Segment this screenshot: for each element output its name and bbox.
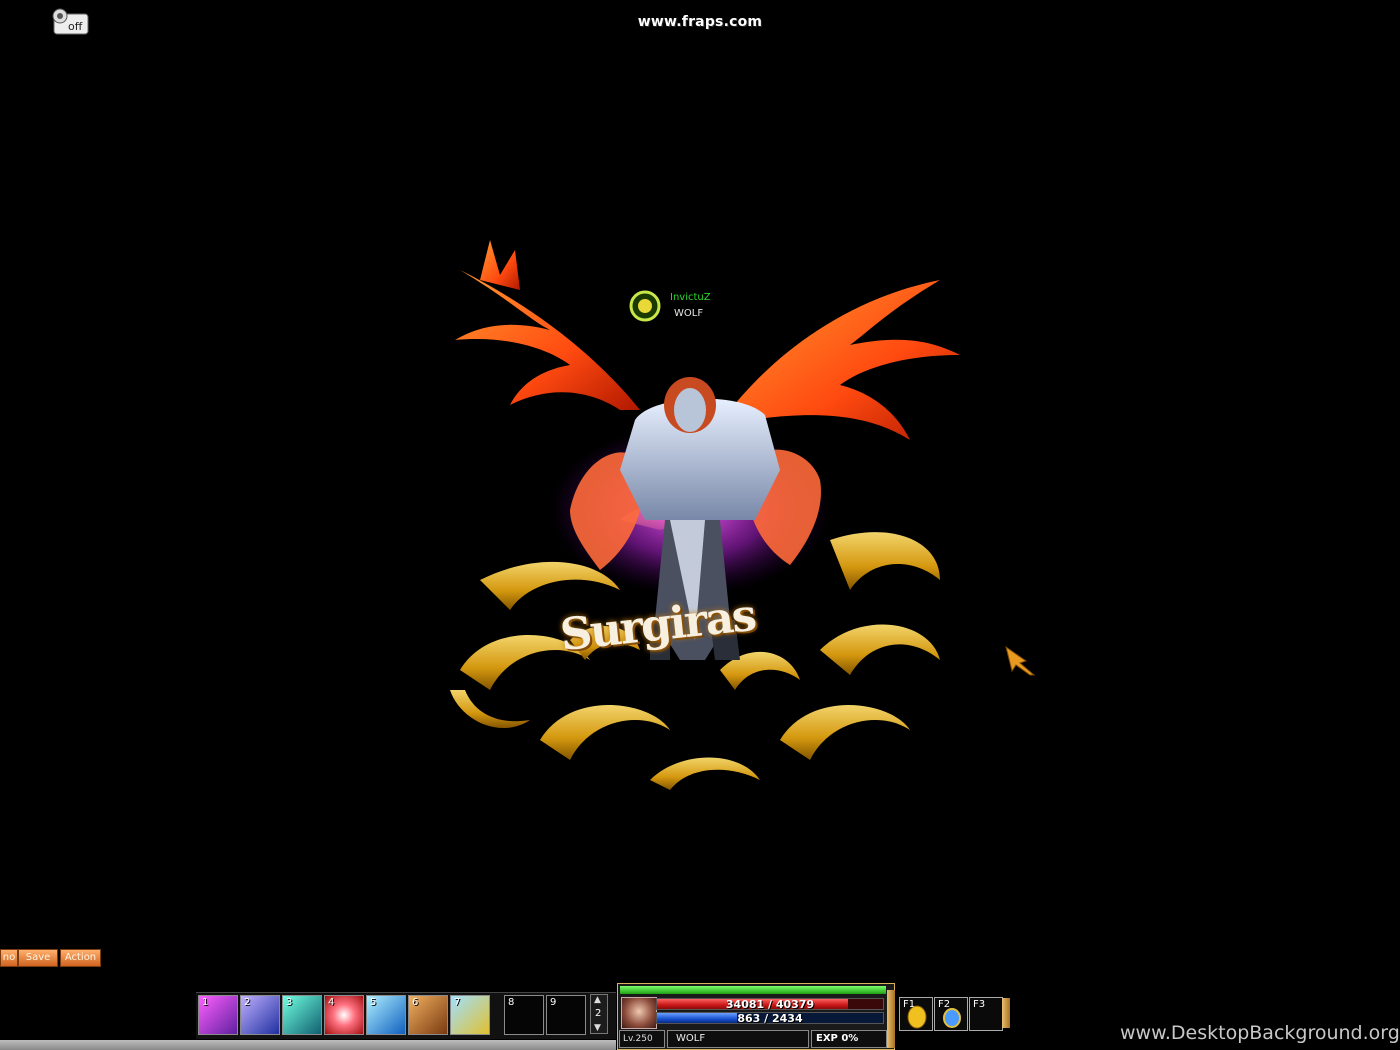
- panel-trim: [887, 990, 895, 1048]
- fkey-trim: [1002, 998, 1010, 1028]
- site-watermark: www.DesktopBackground.org: [1120, 1022, 1400, 1044]
- skill-slot-5[interactable]: 5: [366, 995, 406, 1035]
- hp-text: 34081 / 40379: [725, 998, 815, 1011]
- fkey-label: F3: [973, 999, 986, 1010]
- skill-slot-4[interactable]: 4: [324, 995, 364, 1035]
- page-down-icon[interactable]: ▼: [594, 1023, 601, 1033]
- hp-bar: 34081 / 40379: [656, 998, 884, 1011]
- skill-bar: 1 2 3 4 5 6 7 8 9: [196, 992, 616, 1039]
- menu-button-partial[interactable]: no: [0, 949, 18, 967]
- mp-text: 863 / 2434: [737, 1012, 803, 1025]
- slot-key: 2: [244, 997, 251, 1008]
- skill-slot-3[interactable]: 3: [282, 995, 322, 1035]
- skill-slot-9[interactable]: 9: [546, 995, 586, 1035]
- slot-key: 1: [202, 997, 209, 1008]
- slot-key: 4: [328, 997, 335, 1008]
- page-up-icon[interactable]: ▲: [594, 995, 601, 1005]
- skill-slot-7[interactable]: 7: [450, 995, 490, 1035]
- character-name-label: WOLF: [667, 1030, 809, 1048]
- exp-label: EXP 0%: [811, 1030, 887, 1048]
- fraps-watermark: www.fraps.com: [637, 14, 763, 30]
- bottom-frame-strip: [0, 1040, 616, 1050]
- slot-key: 8: [508, 997, 515, 1008]
- cursor-arrow-icon: [1005, 645, 1036, 676]
- slot-key: 6: [412, 997, 419, 1008]
- skill-slot-8[interactable]: 8: [504, 995, 544, 1035]
- slot-key: 7: [454, 997, 461, 1008]
- fkey-label: F1: [903, 999, 916, 1010]
- fkey-slot-f2[interactable]: F2: [934, 997, 968, 1031]
- fkey-label: F2: [938, 999, 951, 1010]
- mp-bar: 863 / 2434: [656, 1012, 884, 1025]
- slot-key: 9: [550, 997, 557, 1008]
- stamina-gauge-fill: [620, 986, 886, 994]
- slot-key: 5: [370, 997, 377, 1008]
- level-label: Lv.250: [619, 1030, 665, 1048]
- save-button[interactable]: Save: [18, 949, 58, 967]
- skill-slot-2[interactable]: 2: [240, 995, 280, 1035]
- stamina-gauge: [620, 986, 886, 994]
- fkey-slot-f1[interactable]: F1: [899, 997, 933, 1031]
- character-scene: [450, 240, 960, 790]
- player-name-tag: InvictuZ: [670, 292, 711, 303]
- skillbar-page-number: 2: [595, 1008, 602, 1019]
- action-button[interactable]: Action: [60, 949, 101, 967]
- avatar[interactable]: [621, 997, 657, 1029]
- fkey-slot-f3[interactable]: F3: [969, 997, 1003, 1031]
- skill-slot-6[interactable]: 6: [408, 995, 448, 1035]
- guild-name-tag: WOLF: [674, 308, 704, 319]
- skillbar-page-scroller[interactable]: ▲ 2 ▼: [590, 994, 608, 1034]
- guild-badge-icon: [629, 290, 661, 322]
- slot-key: 3: [286, 997, 293, 1008]
- skill-slot-1[interactable]: 1: [198, 995, 238, 1035]
